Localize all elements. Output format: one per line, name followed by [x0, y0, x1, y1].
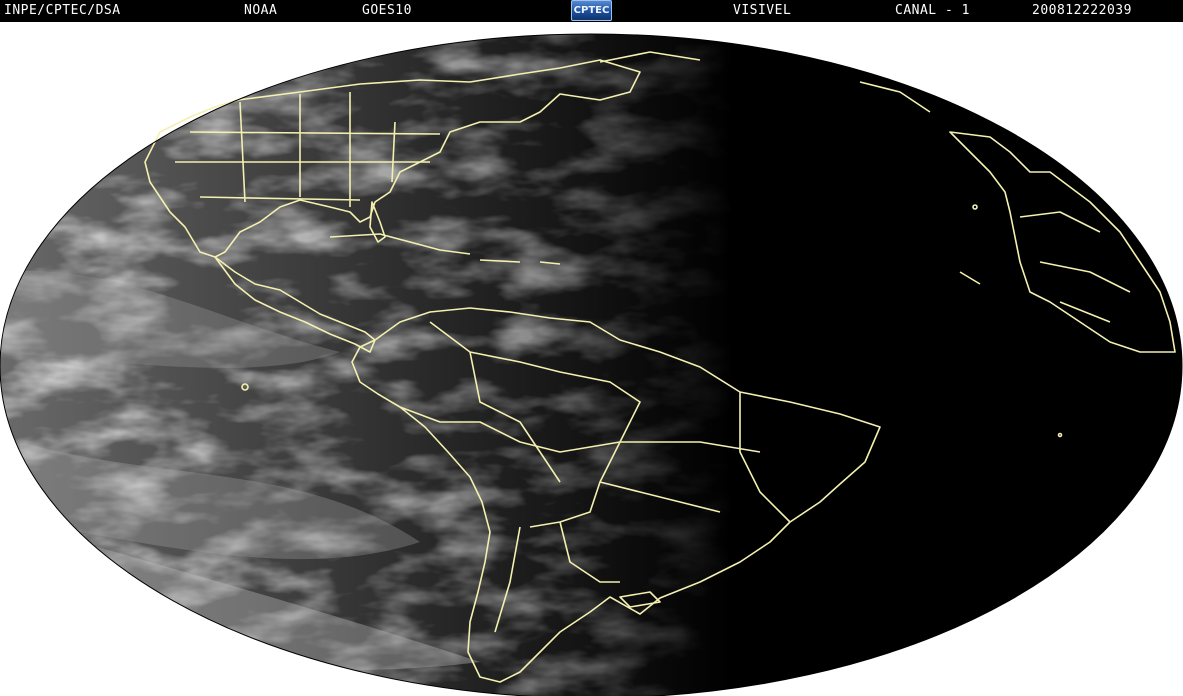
timestamp-label: 200812222039 [1032, 3, 1132, 18]
cptec-logo-text: CPTEC [573, 5, 610, 16]
satellite-disk [0, 33, 1183, 696]
satellite-label: GOES10 [362, 3, 412, 18]
band-label: VISIVEL [733, 3, 792, 18]
cptec-logo: CPTEC [571, 0, 612, 21]
header-bar: INPE/CPTEC/DSA NOAA GOES10 CPTEC VISIVEL… [0, 0, 1183, 22]
agency-label: NOAA [244, 3, 278, 18]
channel-label: CANAL - 1 [895, 3, 970, 18]
institution-label: INPE/CPTEC/DSA [4, 3, 121, 18]
satellite-image-viewer: INPE/CPTEC/DSA NOAA GOES10 CPTEC VISIVEL… [0, 0, 1183, 696]
